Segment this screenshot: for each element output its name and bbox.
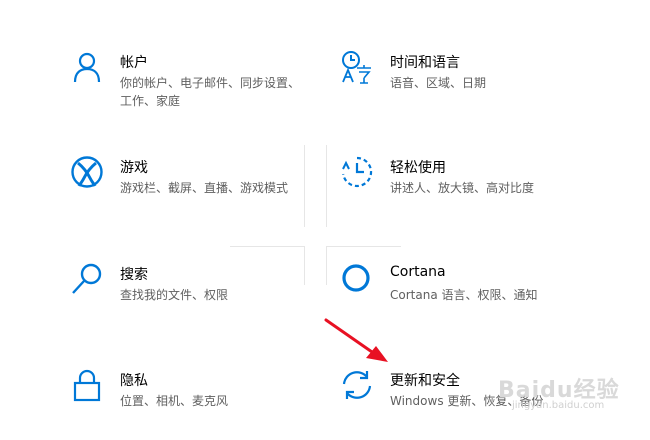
cortana-icon: [340, 262, 374, 296]
time-language-icon: [340, 50, 374, 84]
tile-description: 位置、相机、麦克风: [120, 394, 229, 408]
settings-tile-gaming[interactable]: 游戏 游戏栏、截屏、直播、游戏模式: [70, 155, 320, 227]
watermark-url: jingyan.baidu.com: [512, 400, 605, 411]
red-arrow-annotation: [324, 318, 388, 362]
settings-tile-accounts[interactable]: 帐户 你的帐户、电子邮件、同步设置、工作、家庭: [70, 50, 320, 122]
tile-title: 搜索: [120, 267, 148, 283]
tile-title: 帐户: [120, 55, 148, 71]
tile-description: 语音、区域、日期: [390, 76, 487, 90]
settings-tile-time-language[interactable]: 时间和语言 语音、区域、日期: [340, 50, 590, 122]
tile-description: 游戏栏、截屏、直播、游戏模式: [120, 181, 289, 195]
tile-title: 更新和安全: [390, 373, 460, 389]
tile-description: 讲述人、放大镜、高对比度: [390, 181, 535, 195]
settings-tile-search[interactable]: 搜索 查找我的文件、权限: [70, 262, 320, 334]
xbox-icon: [70, 155, 104, 189]
settings-tile-privacy[interactable]: 隐私 位置、相机、麦克风: [70, 368, 320, 440]
lock-icon: [70, 368, 104, 402]
tile-title: 时间和语言: [390, 55, 460, 71]
divider-vertical-right: [326, 145, 327, 227]
divider-horizontal-left: [230, 246, 305, 247]
person-icon: [70, 50, 104, 84]
tile-description: 你的帐户、电子邮件、同步设置、工作、家庭: [120, 76, 301, 108]
refresh-icon: [340, 368, 374, 402]
divider-vertical-right-lower: [326, 247, 327, 285]
tile-title: Cortana: [390, 264, 446, 280]
ease-of-access-icon: [340, 155, 374, 189]
tile-title: 隐私: [120, 373, 148, 389]
search-icon: [70, 262, 104, 296]
divider-horizontal-right: [326, 246, 401, 247]
tile-title: 轻松使用: [390, 160, 446, 176]
tile-description: Cortana 语言、权限、通知: [390, 288, 538, 302]
tile-description: 查找我的文件、权限: [120, 288, 229, 302]
tile-title: 游戏: [120, 160, 148, 176]
settings-tile-ease-of-access[interactable]: 轻松使用 讲述人、放大镜、高对比度: [340, 155, 590, 227]
